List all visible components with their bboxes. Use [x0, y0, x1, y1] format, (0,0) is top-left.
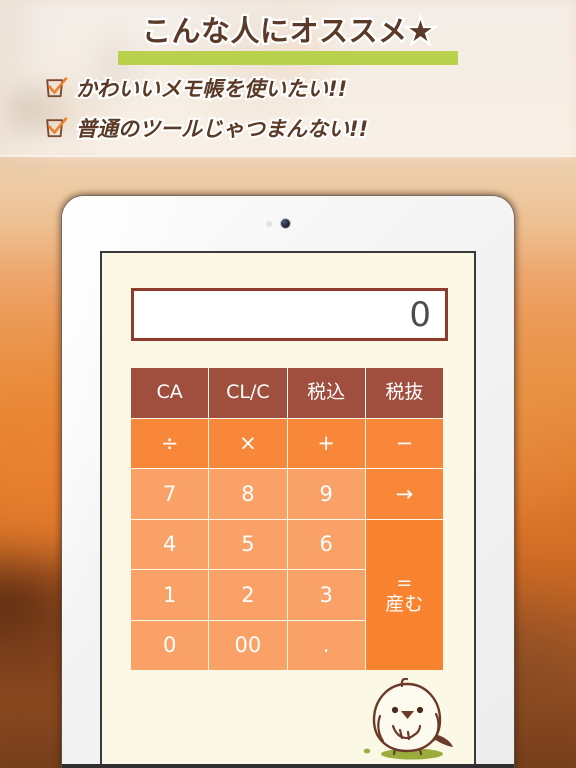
key-label: .: [322, 633, 330, 658]
key-label: 00: [234, 633, 262, 658]
checkbox-checked-icon: [44, 117, 68, 139]
key-label: 8: [241, 481, 255, 506]
promo-title: こんな人にオススメ★: [140, 12, 436, 51]
promo-item-label: 普通のツールじゃつまんない!!: [74, 115, 370, 143]
promo-item-label: かわいいメモ帳を使いたい!!: [74, 75, 349, 103]
key-clear-all[interactable]: CA: [131, 368, 209, 418]
key-1[interactable]: 1: [131, 570, 209, 620]
key-5[interactable]: 5: [209, 519, 287, 569]
key-label: ×: [239, 431, 257, 456]
key-label: +: [317, 431, 335, 456]
key-label: CA: [156, 380, 183, 403]
key-3[interactable]: 3: [287, 570, 365, 620]
promo-header: こんな人にオススメ★ かわいいメモ帳を使いたい!! 普通のツールじゃつまんない!…: [0, 0, 576, 157]
key-tax-included[interactable]: 税込: [287, 368, 365, 418]
checkbox-checked-icon: [44, 77, 68, 99]
key-9[interactable]: 9: [287, 469, 365, 519]
key-4[interactable]: 4: [131, 519, 209, 569]
key-label: 3: [319, 582, 333, 607]
key-decimal[interactable]: .: [287, 620, 365, 670]
key-label: 0: [162, 633, 177, 658]
key-label: −: [395, 431, 414, 456]
key-label: 2: [241, 582, 255, 607]
key-label: →: [395, 481, 414, 506]
key-label: 4: [162, 532, 177, 557]
key-minus[interactable]: −: [365, 418, 443, 468]
app-screenshot: こんな人にオススメ★ かわいいメモ帳を使いたい!! 普通のツールじゃつまんない!…: [0, 0, 576, 768]
key-8[interactable]: 8: [209, 469, 287, 519]
calculator-display-value: 0: [409, 294, 431, 335]
key-label: 6: [319, 532, 333, 557]
ambient-light-sensor-icon: [266, 221, 272, 227]
key-7[interactable]: 7: [131, 469, 209, 519]
key-backspace[interactable]: →: [365, 469, 443, 519]
key-multiply[interactable]: ×: [209, 418, 287, 468]
key-label: 税抜: [385, 380, 424, 403]
calculator-app-screen: 0 CA CL/C 税込 税抜 ÷ × + − 7 8 9 → 4 5 6 = …: [100, 251, 476, 768]
key-plus[interactable]: +: [287, 418, 365, 468]
tablet-bottom-edge: [62, 764, 514, 768]
key-label: 9: [319, 481, 333, 506]
key-label: 税込: [307, 380, 346, 403]
key-label: 1: [162, 582, 177, 607]
key-equals-label: 産む: [385, 593, 424, 616]
key-equals[interactable]: = 産む: [365, 519, 443, 670]
front-camera-icon: [281, 219, 290, 228]
key-double-zero[interactable]: 00: [209, 620, 287, 670]
key-2[interactable]: 2: [209, 570, 287, 620]
promo-title-row: こんな人にオススメ★: [0, 12, 576, 65]
promo-item: 普通のツールじゃつまんない!!: [44, 113, 564, 143]
key-0[interactable]: 0: [131, 620, 209, 670]
key-clear[interactable]: CL/C: [209, 368, 287, 418]
calculator-keypad: CA CL/C 税込 税抜 ÷ × + − 7 8 9 → 4 5 6 = 産む…: [131, 368, 443, 670]
key-tax-excluded[interactable]: 税抜: [365, 368, 443, 418]
key-divide[interactable]: ÷: [131, 418, 209, 468]
key-6[interactable]: 6: [287, 519, 365, 569]
key-label: ÷: [160, 431, 179, 456]
key-label: 5: [241, 532, 255, 557]
key-label: CL/C: [226, 380, 270, 403]
key-label: 7: [162, 481, 177, 506]
key-equals-symbol: =: [396, 572, 413, 595]
calculator-display[interactable]: 0: [131, 288, 448, 341]
bird-chick-mascot: [350, 677, 466, 762]
promo-item: かわいいメモ帳を使いたい!!: [44, 73, 564, 103]
